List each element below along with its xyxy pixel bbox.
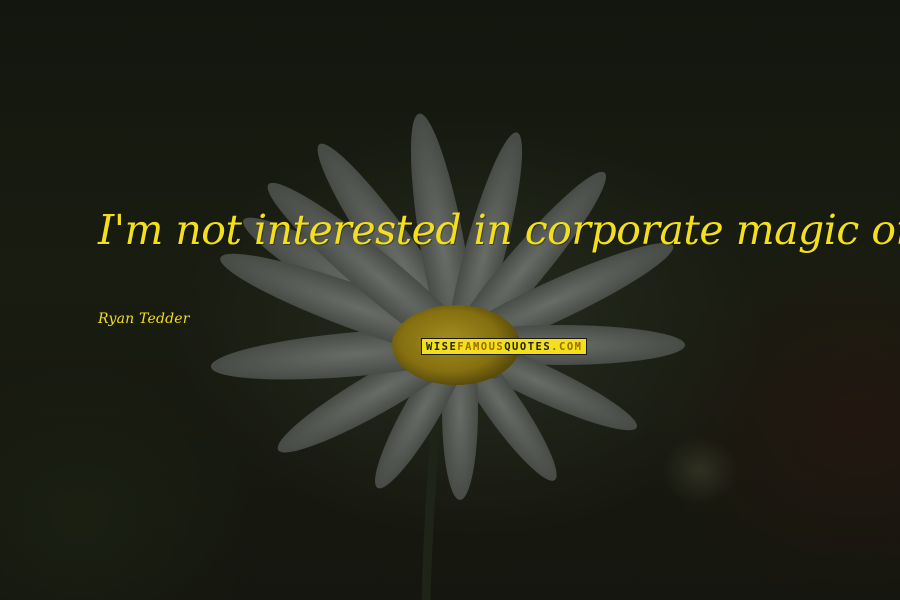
watermark-part-1: WISE	[426, 340, 458, 353]
watermark-part-3: QUOTES	[504, 340, 552, 353]
quote-text: I'm not interested in corporate magic or…	[98, 206, 900, 254]
wisefamousquotes-watermark: WISE FAMOUS QUOTES .COM	[421, 338, 588, 355]
darken-overlay	[0, 0, 900, 600]
watermark-part-4: .COM	[551, 340, 583, 353]
daisy-photo	[0, 0, 900, 600]
quote-card: I'm not interested in corporate magic or…	[0, 0, 900, 600]
watermark-part-2: FAMOUS	[457, 340, 505, 353]
quote-author: Ryan Tedder	[98, 311, 190, 327]
